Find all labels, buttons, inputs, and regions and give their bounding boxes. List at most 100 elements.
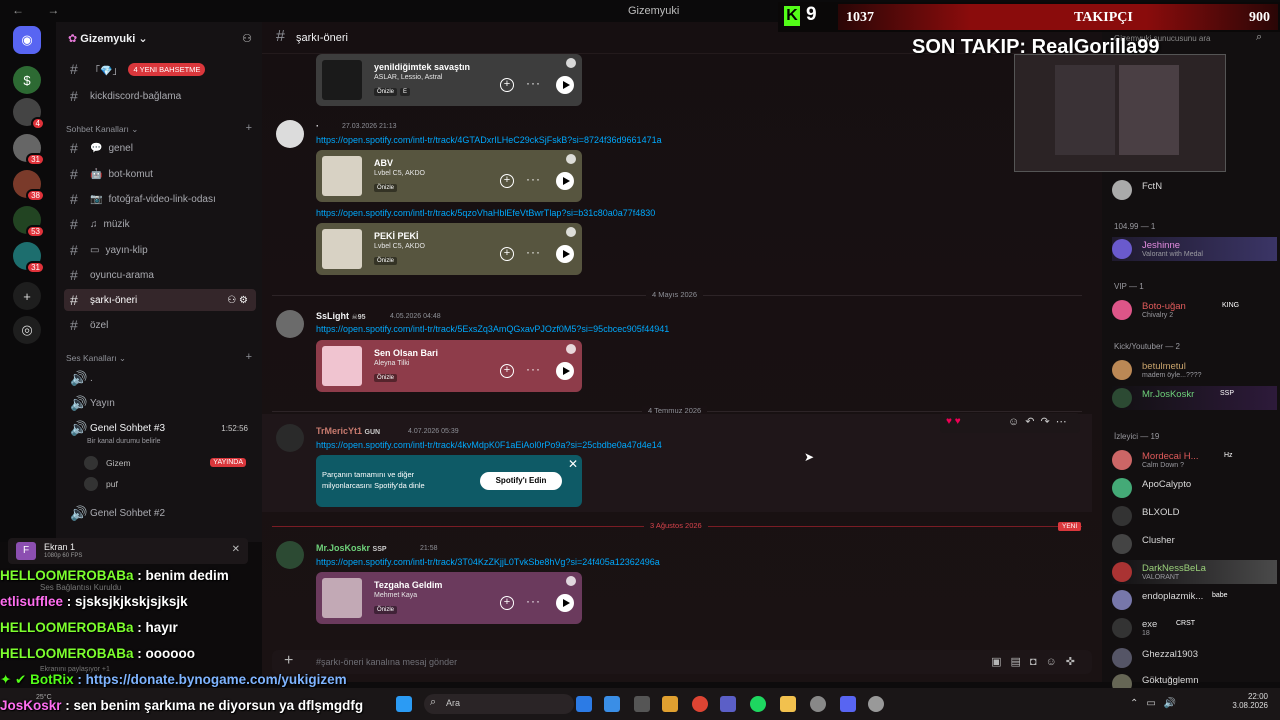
play-button[interactable]: [556, 76, 574, 94]
voice-user[interactable]: puf: [84, 477, 256, 493]
app-icon[interactable]: [662, 696, 678, 712]
member-item[interactable]: FctN: [1112, 178, 1277, 202]
category-text[interactable]: Sohbet Kanalları ⌄: [66, 124, 138, 135]
edge-icon[interactable]: [576, 696, 592, 712]
chrome-icon[interactable]: [692, 696, 708, 712]
discord-home-icon[interactable]: ◉: [13, 26, 41, 54]
taskbar-search[interactable]: ⌕ Ara: [424, 694, 574, 714]
close-icon[interactable]: ✕: [232, 544, 240, 555]
server-name[interactable]: ✿ Gizemyuki ⌄: [68, 32, 148, 45]
channel-bot-komut[interactable]: # 🤖 bot-komut: [64, 163, 256, 185]
member-item[interactable]: BLXOLD: [1112, 504, 1277, 528]
member-item[interactable]: Boto-uğan KING Chivalry 2: [1112, 298, 1277, 322]
add-server-icon[interactable]: +: [13, 282, 41, 310]
get-spotify-button[interactable]: Spotify'ı Edin: [480, 472, 562, 490]
spotify-icon[interactable]: [750, 696, 766, 712]
username[interactable]: ·: [316, 121, 319, 131]
channel-oyuncu-arama[interactable]: # oyuncu-arama: [64, 264, 256, 286]
more-icon[interactable]: ···: [526, 362, 541, 376]
more-icon[interactable]: ···: [526, 172, 541, 186]
server-icon[interactable]: 31: [13, 134, 45, 166]
member-item[interactable]: betulmetul madem öyle...????: [1112, 358, 1277, 382]
username[interactable]: Mr.JosKoskr SSP: [316, 543, 387, 553]
server-icon[interactable]: $: [13, 66, 41, 94]
clock[interactable]: 22:00 3.08.2026: [1220, 692, 1268, 710]
add-icon[interactable]: +: [500, 174, 514, 188]
voice-user[interactable]: Gizem YAYINDA: [84, 456, 256, 472]
voice-channel-dot[interactable]: 🔊.: [64, 367, 256, 389]
server-icon[interactable]: 53: [13, 206, 45, 238]
add-channel-icon[interactable]: +: [246, 122, 252, 134]
member-item[interactable]: Ghezzal1903: [1112, 646, 1277, 670]
username[interactable]: TrMericYt1 GUN: [316, 426, 380, 436]
spotify-link[interactable]: https://open.spotify.com/intl-tr/track/5…: [316, 324, 669, 334]
tray-icons[interactable]: ⌃▭🔊: [1130, 698, 1184, 709]
play-button[interactable]: [556, 362, 574, 380]
more-icon[interactable]: ···: [526, 76, 541, 90]
server-icon[interactable]: 31: [13, 242, 45, 274]
member-item[interactable]: Mr.JosKoskr SSP: [1112, 386, 1277, 410]
teams-icon[interactable]: [720, 696, 736, 712]
play-button[interactable]: [556, 245, 574, 263]
channel-muzik[interactable]: # ♫ müzik: [64, 213, 256, 235]
app-icon[interactable]: [810, 696, 826, 712]
folder-icon[interactable]: [780, 696, 796, 712]
play-button[interactable]: [556, 172, 574, 190]
spotify-link[interactable]: https://open.spotify.com/intl-tr/track/4…: [316, 440, 662, 450]
nav-arrows-icon[interactable]: ← →: [12, 3, 69, 17]
spotify-link[interactable]: https://open.spotify.com/intl-tr/track/5…: [316, 208, 655, 218]
app-icon[interactable]: [634, 696, 650, 712]
add-icon[interactable]: +: [500, 364, 514, 378]
username[interactable]: SsLight ☠95: [316, 311, 366, 321]
member-item[interactable]: Jeshinne Valorant with Medal: [1112, 237, 1277, 261]
close-icon[interactable]: ✕: [568, 457, 578, 471]
action-icons[interactable]: ☺↶↷⋯: [1008, 415, 1073, 428]
app-icon[interactable]: [868, 696, 884, 712]
spotify-card[interactable]: Sen Olsan Bari Aleyna Tilki Önizle + ···: [316, 340, 582, 392]
spotify-card[interactable]: yenildiğimtek savaştın ASLAR, Lessio, As…: [316, 54, 582, 106]
more-icon[interactable]: ···: [526, 594, 541, 608]
add-attachment-icon[interactable]: +: [284, 652, 293, 670]
spotify-card[interactable]: PEKİ PEKİ Lvbel C5, AKDO Önizle + ···: [316, 223, 582, 275]
member-item[interactable]: Clusher: [1112, 532, 1277, 556]
avatar[interactable]: [276, 541, 304, 569]
channel-announce[interactable]: # 「💎」 4 YENI BAHSETME: [64, 58, 256, 80]
spotify-link[interactable]: https://open.spotify.com/intl-tr/track/4…: [316, 135, 662, 145]
voice-channel-yayin[interactable]: 🔊 Yayın: [64, 392, 256, 414]
channel-genel[interactable]: # 💬 genel: [64, 137, 256, 159]
member-item[interactable]: endoplazmik... babe: [1112, 588, 1277, 612]
member-item[interactable]: exe CRST 18: [1112, 616, 1277, 640]
message-input[interactable]: + #şarkı-öneri kanalına mesaj gönder ▣▤◘…: [272, 650, 1092, 674]
member-item[interactable]: Mordecai H... Hz Calm Down ?: [1112, 448, 1277, 472]
server-icon[interactable]: 38: [13, 170, 45, 202]
discord-icon[interactable]: [840, 696, 856, 712]
input-tool-icons[interactable]: ▣▤◘☺✜: [991, 655, 1084, 668]
voice-channel-genel3[interactable]: 🔊 Genel Sohbet #3 1:52:56: [64, 417, 256, 439]
member-item[interactable]: ApoCalypto: [1112, 476, 1277, 500]
voice-status[interactable]: Bir kanal durumu belirle: [87, 438, 161, 445]
app-icon[interactable]: [604, 696, 620, 712]
windows-start-icon[interactable]: [396, 696, 412, 712]
spotify-link[interactable]: https://open.spotify.com/intl-tr/track/3…: [316, 557, 660, 567]
add-member-icon[interactable]: ⚇: [242, 32, 252, 45]
add-icon[interactable]: +: [500, 78, 514, 92]
add-icon[interactable]: +: [500, 596, 514, 610]
explore-icon[interactable]: ◎: [13, 316, 41, 344]
spotify-card[interactable]: Tezgaha Geldim Mehmet Kaya Önizle + ···: [316, 572, 582, 624]
reaction-icon[interactable]: ♥ ♥: [946, 416, 961, 427]
avatar[interactable]: [276, 424, 304, 452]
avatar[interactable]: [276, 310, 304, 338]
avatar[interactable]: [276, 120, 304, 148]
add-voice-channel-icon[interactable]: +: [246, 351, 252, 363]
spotify-promo[interactable]: Parçanın tamamını ve diğer milyonlarcası…: [316, 455, 582, 507]
play-button[interactable]: [556, 594, 574, 612]
member-item[interactable]: DarkNessBeLa VALORANT: [1112, 560, 1277, 584]
channel-ozel[interactable]: # özel: [64, 314, 256, 336]
channel-yayin-klip[interactable]: # ▭ yayın-klip: [64, 239, 256, 261]
voice-channel-genel2[interactable]: 🔊 Genel Sohbet #2: [64, 502, 256, 524]
channel-foto[interactable]: # 📷 fotoğraf-video-link-odası: [64, 188, 256, 210]
search-icon[interactable]: ⌕: [1256, 31, 1262, 44]
category-voice[interactable]: Ses Kanalları ⌄: [66, 353, 126, 364]
more-icon[interactable]: ···: [526, 245, 541, 259]
channel-sarki-oneri[interactable]: # şarkı-öneri ⚇ ⚙: [64, 289, 256, 311]
